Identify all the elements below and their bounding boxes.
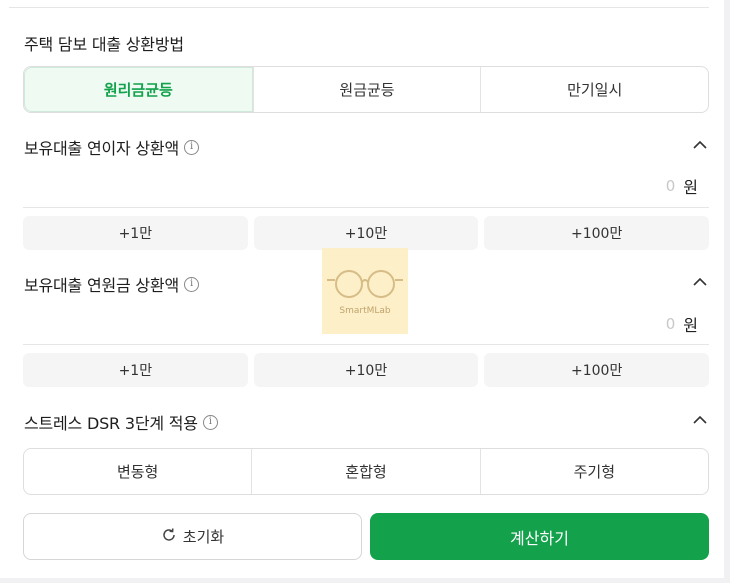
principal-add-1m-button[interactable]: +100만	[484, 353, 710, 387]
principal-amount-field[interactable]: 0 원	[666, 312, 698, 336]
principal-divider	[23, 344, 709, 345]
glasses-icon	[327, 270, 403, 298]
repayment-option-bullet[interactable]: 만기일시	[480, 67, 708, 112]
principal-amount-value[interactable]: 0	[666, 315, 676, 333]
interest-amount-field[interactable]: 0 원	[666, 174, 698, 198]
refresh-icon	[161, 527, 177, 547]
info-icon[interactable]: i	[202, 414, 218, 430]
interest-amount-value[interactable]: 0	[666, 177, 676, 195]
stress-dsr-title: 스트레스 DSR 3단계 적용 i	[24, 410, 218, 434]
interest-add-10k-button[interactable]: +1만	[23, 216, 248, 250]
repayment-method-selector: 원리금균등 원금균등 만기일시	[23, 66, 709, 113]
principal-add-10k-button[interactable]: +1만	[23, 353, 248, 387]
top-divider	[9, 7, 709, 8]
stress-type-selector: 변동형 혼합형 주기형	[23, 448, 709, 495]
info-icon[interactable]: i	[183, 276, 199, 292]
info-icon[interactable]: i	[183, 139, 199, 155]
repayment-title-text: 주택 담보 대출 상환방법	[24, 35, 184, 54]
interest-title-text: 보유대출 연이자 상환액	[24, 139, 179, 158]
interest-amount-unit: 원	[683, 178, 698, 197]
stress-title-text: 스트레스 DSR 3단계 적용	[24, 414, 198, 433]
interest-add-100k-button[interactable]: +10만	[253, 216, 479, 250]
reset-button[interactable]: 초기화	[23, 513, 362, 560]
reset-label: 초기화	[182, 528, 225, 546]
repayment-title: 주택 담보 대출 상환방법	[24, 31, 184, 55]
repayment-option-equal-pi[interactable]: 원리금균등	[24, 67, 253, 112]
watermark-text: SmartMLab	[339, 306, 391, 316]
principal-title-text: 보유대출 연원금 상환액	[24, 276, 179, 295]
principal-add-100k-button[interactable]: +10만	[253, 353, 479, 387]
principal-quick-buttons: +1만 +10만 +100만	[23, 353, 710, 387]
principal-section-title: 보유대출 연원금 상환액 i	[24, 272, 199, 296]
stress-option-periodic[interactable]: 주기형	[479, 449, 708, 494]
stress-option-mixed[interactable]: 혼합형	[251, 449, 479, 494]
stress-option-variable[interactable]: 변동형	[24, 449, 251, 494]
interest-divider	[23, 207, 709, 208]
interest-add-1m-button[interactable]: +100만	[484, 216, 710, 250]
chevron-up-icon[interactable]	[692, 137, 708, 153]
calculate-button[interactable]: 계산하기	[370, 513, 709, 560]
smartmlab-watermark: SmartMLab	[322, 248, 408, 334]
repayment-option-equal-principal[interactable]: 원금균등	[252, 67, 481, 112]
chevron-up-icon[interactable]	[692, 274, 708, 290]
principal-amount-unit: 원	[683, 316, 698, 335]
interest-section-title: 보유대출 연이자 상환액 i	[24, 135, 199, 159]
interest-quick-buttons: +1만 +10만 +100만	[23, 216, 710, 250]
calculator-card: 주택 담보 대출 상환방법 원리금균등 원금균등 만기일시 보유대출 연이자 상…	[0, 0, 724, 578]
chevron-up-icon[interactable]	[692, 412, 708, 428]
